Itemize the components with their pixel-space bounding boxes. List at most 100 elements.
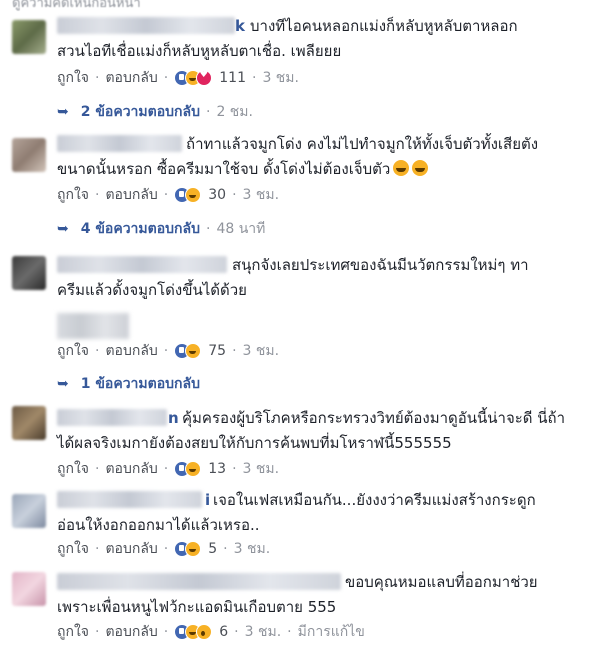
avatar[interactable] [12, 138, 46, 172]
comment-actions: ถูกใจ · ตอบกลับ · 111 · 3 ชม. [57, 68, 299, 88]
separator: · [287, 624, 292, 640]
reactions[interactable] [174, 187, 202, 203]
separator: · [163, 70, 169, 86]
reply-button[interactable]: ตอบกลับ [105, 340, 157, 362]
reactions[interactable] [174, 461, 202, 477]
commenter-name[interactable] [57, 409, 167, 426]
reactions[interactable] [174, 69, 213, 86]
comment-text: คุ้มครองผู้บริโภคหรือกระทรวงวิทย์ต้องมาด… [182, 409, 566, 427]
replies-time: 2 ชม. [216, 104, 253, 120]
like-button[interactable]: ถูกใจ [57, 184, 89, 206]
comment-text: ขอบคุณหมอแลบที่ออกมาช่วย [345, 573, 538, 591]
separator: · [232, 461, 237, 477]
avatar[interactable] [12, 572, 46, 606]
separator: · [205, 104, 211, 120]
replies-label[interactable]: 1 ข้อความตอบกลับ [81, 373, 200, 395]
comment-actions: ถูกใจ · ตอบกลับ · 75 · 3 ชม. [57, 341, 279, 361]
commenter-name[interactable] [57, 491, 202, 508]
like-button[interactable]: ถูกใจ [57, 538, 89, 560]
commenter-name[interactable] [57, 256, 227, 273]
like-button[interactable]: ถูกใจ [57, 621, 89, 643]
separator: · [163, 187, 169, 203]
reply-arrow-icon: ➥ [57, 221, 69, 237]
comment-time[interactable]: 3 ชม. [262, 67, 299, 89]
reactions[interactable] [174, 343, 202, 359]
haha-reaction-icon [185, 461, 202, 477]
reaction-count[interactable]: 6 [219, 624, 228, 640]
reactions[interactable] [174, 541, 202, 557]
haha-reaction-icon [185, 541, 202, 557]
comment-actions: ถูกใจ · ตอบกลับ · 6 · 3 ชม. · มีการแก้ไข [57, 622, 365, 642]
replies-time: 48 นาที [216, 221, 266, 237]
view-replies-link[interactable]: ➥ 4 ข้อความตอบกลับ · 48 นาที [57, 218, 265, 240]
reaction-count[interactable]: 75 [208, 343, 226, 359]
wow-reaction-icon [196, 624, 213, 640]
reply-arrow-icon: ➥ [57, 376, 69, 392]
commenter-name[interactable] [57, 17, 235, 34]
avatar[interactable] [12, 256, 46, 290]
reaction-count[interactable]: 111 [219, 70, 246, 86]
commenter-name-tail[interactable]: i [205, 491, 210, 509]
comment-text-line: ขนาดนั้นหรอก ซื้อครีมมาใช้จบ ดั้งโด่งไม่… [57, 160, 391, 178]
comment-text: อ่อนให้งอกออกมาได้แล้วเหรอ.. [57, 516, 260, 534]
reply-arrow-icon: ➥ [57, 104, 69, 120]
avatar[interactable] [12, 494, 46, 528]
separator: · [223, 541, 228, 557]
reaction-count[interactable]: 5 [208, 541, 217, 557]
replies-label[interactable]: 4 ข้อความตอบกลับ [81, 218, 200, 240]
view-replies-link[interactable]: ➥ 2 ข้อความตอบกลับ · 2 ชม. [57, 101, 253, 123]
reaction-count[interactable]: 30 [208, 187, 226, 203]
reactions[interactable] [174, 624, 213, 640]
reply-button[interactable]: ตอบกลับ [105, 621, 157, 643]
comment-text: สนุกจังเลยประเทศของฉันมีนวัตกรรมใหม่ๆ ทา [232, 256, 529, 274]
avatar[interactable] [12, 406, 46, 440]
like-button[interactable]: ถูกใจ [57, 340, 89, 362]
view-previous-comments-link[interactable]: ดูความคิดเห็นก่อนหน้า [12, 0, 141, 13]
comment-actions: ถูกใจ · ตอบกลับ · 13 · 3 ชม. [57, 459, 279, 479]
comment-text: ขนาดนั้นหรอก ซื้อครีมมาใช้จบ ดั้งโด่งไม่… [57, 158, 429, 180]
heart-reaction-icon [196, 69, 213, 86]
separator: · [251, 70, 257, 86]
rofl-emoji-icon [412, 160, 429, 176]
commenter-name[interactable] [57, 135, 182, 152]
comment-time[interactable]: 3 ชม. [245, 621, 282, 643]
separator: · [234, 624, 239, 640]
separator: · [95, 624, 100, 640]
comment-text: เพราะเพื่อนหนูไฟว้กะแอดมินเกือบตาย 555 [57, 598, 337, 616]
comment-time[interactable]: 3 ชม. [243, 340, 280, 362]
comment-text: สวนไอทีเชื่อแม่งก็หลับหูหลับตาเชื่อ. เพล… [57, 42, 342, 60]
haha-reaction-icon [185, 187, 202, 203]
reply-button[interactable]: ตอบกลับ [105, 538, 157, 560]
comment-actions: ถูกใจ · ตอบกลับ · 30 · 3 ชม. [57, 185, 279, 205]
comment-text: ถ้าทาแล้วจมูกโด่ง คงไม่ไปทำจมูกให้ทั้งเจ… [186, 135, 539, 153]
comment-time[interactable]: 3 ชม. [243, 458, 280, 480]
like-button[interactable]: ถูกใจ [57, 67, 89, 89]
separator: · [205, 221, 211, 237]
avatar[interactable] [12, 20, 46, 54]
comment-text: เจอในเฟสเหมือนกัน...ยังงงว่าครีมแม่งสร้า… [213, 491, 536, 509]
separator: · [163, 624, 169, 640]
commenter-name-tail[interactable]: k [235, 17, 245, 35]
separator: · [95, 343, 100, 359]
comment-actions: ถูกใจ · ตอบกลับ · 5 · 3 ชม. [57, 539, 270, 559]
edited-label[interactable]: มีการแก้ไข [298, 621, 365, 643]
commenter-name-tail[interactable]: n [168, 409, 179, 427]
rofl-emoji-icon [393, 160, 410, 176]
separator: · [95, 461, 100, 477]
commenter-name[interactable] [57, 573, 341, 590]
separator: · [232, 343, 237, 359]
reaction-count[interactable]: 13 [208, 461, 226, 477]
replies-label[interactable]: 2 ข้อความตอบกลับ [81, 101, 200, 123]
separator: · [95, 187, 100, 203]
like-button[interactable]: ถูกใจ [57, 458, 89, 480]
separator: · [163, 461, 169, 477]
comment-time[interactable]: 3 ชม. [234, 538, 271, 560]
sticker-image[interactable] [57, 313, 129, 339]
comment-time[interactable]: 3 ชม. [243, 184, 280, 206]
reply-button[interactable]: ตอบกลับ [105, 458, 157, 480]
reply-button[interactable]: ตอบกลับ [105, 67, 157, 89]
separator: · [95, 541, 100, 557]
view-replies-link[interactable]: ➥ 1 ข้อความตอบกลับ [57, 373, 200, 395]
comment-text: บางทีไอคนหลอกแม่งก็หลับหูหลับตาหลอก [250, 17, 518, 35]
reply-button[interactable]: ตอบกลับ [105, 184, 157, 206]
